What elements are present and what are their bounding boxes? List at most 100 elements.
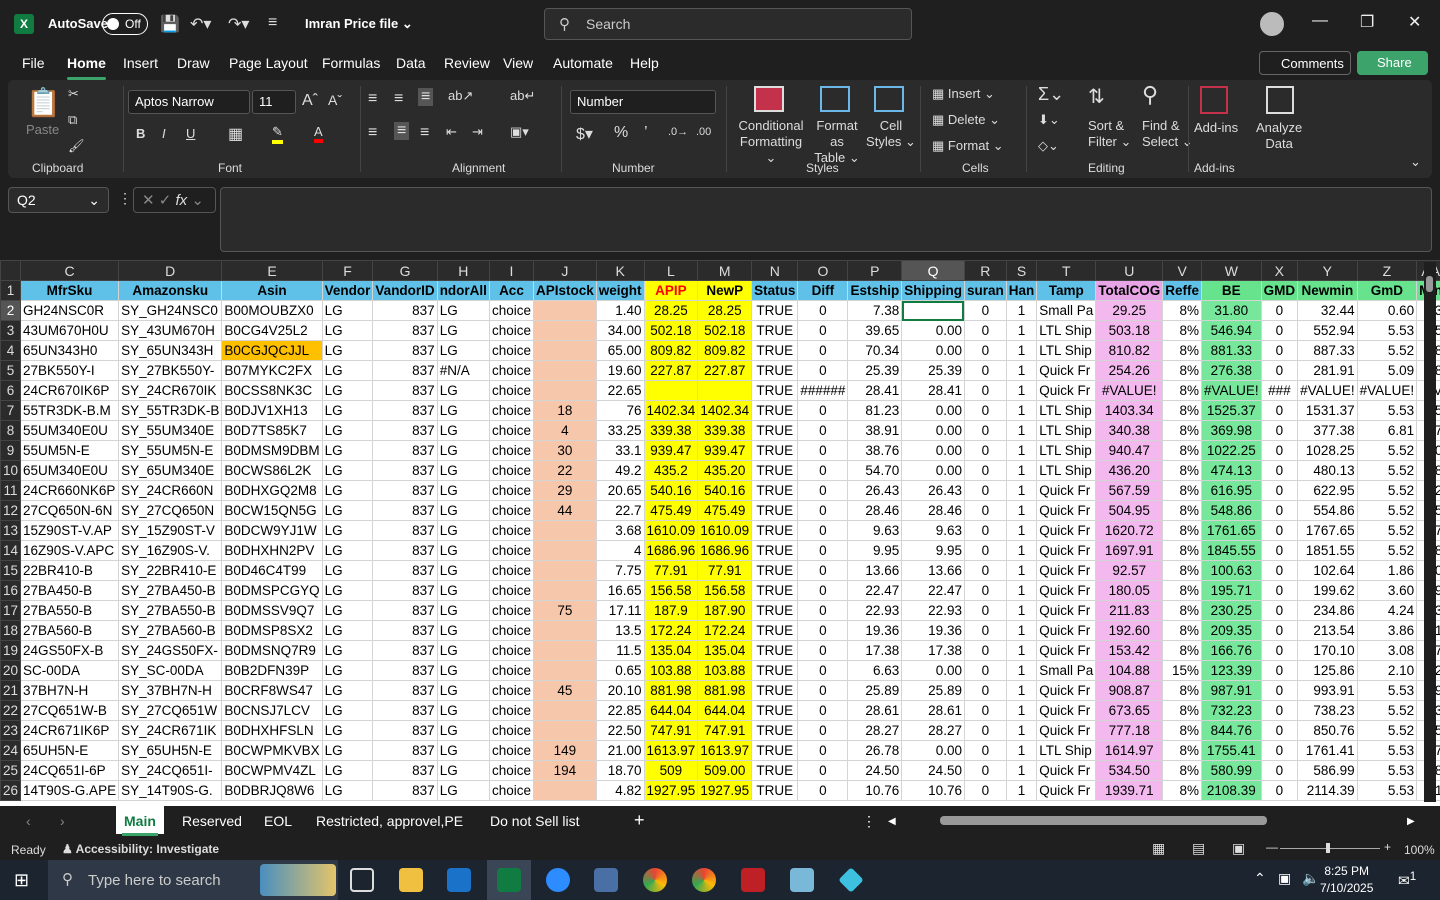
font-size-select[interactable]: 11 [252, 90, 296, 114]
cell-v14[interactable]: 8% [1162, 540, 1203, 561]
format-painter-icon[interactable]: 🖌 [68, 138, 85, 154]
row-header[interactable]: 1 [0, 280, 22, 301]
cell-z24[interactable]: 5.53 [1356, 740, 1418, 761]
cell-c21[interactable]: 37BH7N-H [20, 680, 120, 701]
cell-k16[interactable]: 16.65 [595, 580, 645, 601]
cell-i26[interactable]: choice [488, 780, 534, 801]
cell-w2[interactable]: 31.80 [1201, 300, 1262, 321]
cell-e9[interactable]: B0DMSM9DBM [221, 440, 323, 461]
cell-f8[interactable]: LG [321, 420, 374, 441]
cell-t24[interactable]: LTL Ship [1036, 740, 1097, 761]
cell-i21[interactable]: choice [488, 680, 534, 701]
row-header[interactable]: 23 [0, 720, 22, 741]
column-header-s[interactable]: S [1005, 260, 1038, 281]
cell-s8[interactable]: 1 [1005, 420, 1038, 441]
cell-f3[interactable]: LG [321, 320, 374, 341]
row-header[interactable]: 15 [0, 560, 22, 581]
cell-s7[interactable]: 1 [1005, 400, 1038, 421]
cell-d18[interactable]: SY_27BA560-B [118, 620, 223, 641]
cell-u5[interactable]: 254.26 [1095, 360, 1164, 381]
cell-h16[interactable]: LG [436, 580, 490, 601]
fill-color-icon[interactable]: ✎ [272, 124, 283, 144]
cell-x25[interactable]: 0 [1260, 760, 1299, 781]
cell-n7[interactable]: TRUE [751, 400, 799, 421]
cell-f4[interactable]: LG [321, 340, 374, 361]
cell-o22[interactable]: 0 [797, 700, 849, 721]
cell-s12[interactable]: 1 [1005, 500, 1038, 521]
decrease-font-icon[interactable]: Aˇ [328, 92, 342, 108]
cell-d3[interactable]: SY_43UM670H [118, 320, 223, 341]
cell-h20[interactable]: LG [436, 660, 490, 681]
delete-cells-button[interactable]: ▦ Delete ⌄ [932, 112, 1000, 128]
cell-n21[interactable]: TRUE [751, 680, 799, 701]
cell-i5[interactable]: choice [488, 360, 534, 381]
cell-k8[interactable]: 33.25 [595, 420, 645, 441]
column-header-j[interactable]: J [532, 260, 597, 281]
cell-p22[interactable]: 28.61 [847, 700, 903, 721]
cell-o8[interactable]: 0 [797, 420, 849, 441]
cell-u22[interactable]: 673.65 [1095, 700, 1164, 721]
cell-n14[interactable]: TRUE [751, 540, 799, 561]
cell-r18[interactable]: 0 [963, 620, 1007, 641]
cell-g2[interactable]: 837 [372, 300, 438, 321]
column-header-v[interactable]: V [1162, 260, 1203, 281]
close-icon[interactable]: ✕ [1408, 12, 1421, 32]
cell-k25[interactable]: 18.70 [595, 760, 645, 781]
cell-k23[interactable]: 22.50 [595, 720, 645, 741]
cell-j25[interactable]: 194 [532, 760, 597, 781]
page-layout-view-icon[interactable]: ▤ [1192, 840, 1205, 857]
copy-icon[interactable]: ⧉ [68, 112, 77, 128]
cell-d10[interactable]: SY_65UM340E [118, 460, 223, 481]
cell-e8[interactable]: B0D7TS85K7 [221, 420, 323, 441]
cell-w16[interactable]: 195.71 [1201, 580, 1262, 601]
cell-z19[interactable]: 3.08 [1356, 640, 1418, 661]
cell-w22[interactable]: 732.23 [1201, 700, 1262, 721]
clock[interactable]: 8:25 PM 7/10/2025 [1320, 863, 1373, 897]
sheet-tab-restricted[interactable]: Restricted, approvel,PE [316, 813, 463, 829]
cell-z5[interactable]: 5.09 [1356, 360, 1418, 381]
cell-s3[interactable]: 1 [1005, 320, 1038, 341]
cell-h13[interactable]: LG [436, 520, 490, 541]
cell-z17[interactable]: 4.24 [1356, 600, 1418, 621]
format-cells-button[interactable]: ▦ Format ⌄ [932, 138, 1004, 154]
cell-t5[interactable]: Quick Fr [1036, 360, 1097, 381]
cell-w5[interactable]: 276.38 [1201, 360, 1262, 381]
cell-o20[interactable]: 0 [797, 660, 849, 681]
app-diamond-icon[interactable] [838, 867, 864, 893]
column-header-k[interactable]: K [595, 260, 645, 281]
cell-c23[interactable]: 24CR671IK6P [20, 720, 120, 741]
row-header[interactable]: 4 [0, 340, 22, 361]
header-cell-m[interactable]: NewP [697, 280, 753, 301]
cell-k4[interactable]: 65.00 [595, 340, 645, 361]
cell-m17[interactable]: 187.90 [697, 600, 753, 621]
cell-t25[interactable]: Quick Fr [1036, 760, 1097, 781]
cell-r16[interactable]: 0 [963, 580, 1007, 601]
cell-x20[interactable]: 0 [1260, 660, 1299, 681]
cell-c4[interactable]: 65UN343H0 [20, 340, 120, 361]
cell-d4[interactable]: SY_65UN343H [118, 340, 223, 361]
cell-n2[interactable]: TRUE [751, 300, 799, 321]
cell-g24[interactable]: 837 [372, 740, 438, 761]
cell-q21[interactable]: 25.89 [901, 680, 965, 701]
cell-x7[interactable]: 0 [1260, 400, 1299, 421]
cell-r6[interactable]: 0 [963, 380, 1007, 401]
cell-z22[interactable]: 5.52 [1356, 700, 1418, 721]
cell-v18[interactable]: 8% [1162, 620, 1203, 641]
cell-n18[interactable]: TRUE [751, 620, 799, 641]
cell-y20[interactable]: 125.86 [1297, 660, 1358, 681]
cell-q7[interactable]: 0.00 [901, 400, 965, 421]
insert-cells-button[interactable]: ▦ Insert ⌄ [932, 86, 995, 102]
cell-r3[interactable]: 0 [963, 320, 1007, 341]
cell-n15[interactable]: TRUE [751, 560, 799, 581]
cell-i18[interactable]: choice [488, 620, 534, 641]
horizontal-scrollbar[interactable] [940, 816, 1267, 825]
cell-f7[interactable]: LG [321, 400, 374, 421]
cell-k9[interactable]: 33.1 [595, 440, 645, 461]
tab-view[interactable]: View [503, 55, 533, 71]
cell-o12[interactable]: 0 [797, 500, 849, 521]
cell-x18[interactable]: 0 [1260, 620, 1299, 641]
cell-g19[interactable]: 837 [372, 640, 438, 661]
cell-g23[interactable]: 837 [372, 720, 438, 741]
cell-l4[interactable]: 809.82 [643, 340, 699, 361]
column-header-x[interactable]: X [1260, 260, 1299, 281]
